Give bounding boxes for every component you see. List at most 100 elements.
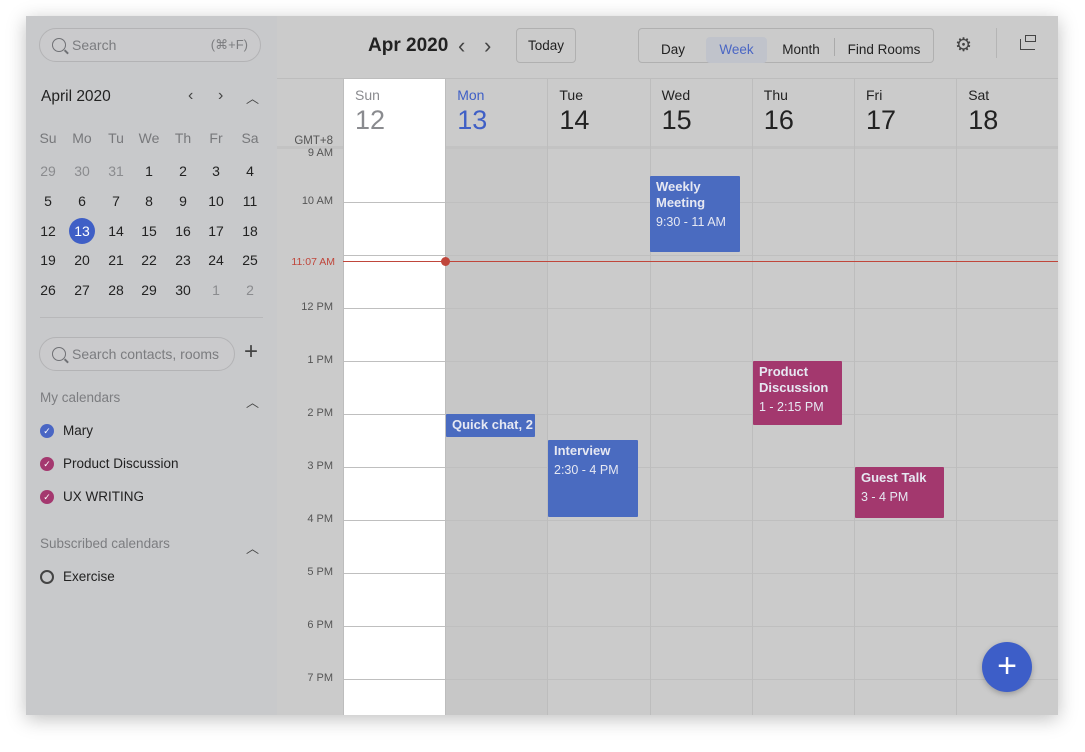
day-date: 18: [968, 105, 999, 135]
event-product-discussion[interactable]: Product Discussion 1 - 2:15 PM: [753, 361, 842, 425]
day-name: Mon: [457, 87, 485, 103]
mini-day[interactable]: 22: [134, 247, 164, 273]
mini-day[interactable]: 26: [33, 277, 63, 303]
today-button[interactable]: Today: [516, 28, 576, 63]
mini-next-month-icon[interactable]: ›: [218, 87, 223, 105]
divider: [834, 38, 835, 56]
create-event-button[interactable]: +: [982, 642, 1032, 692]
hour-line: [343, 361, 1058, 362]
calendar-item-product-discussion[interactable]: ✓ Product Discussion: [40, 456, 179, 471]
checked-icon[interactable]: ✓: [40, 423, 54, 438]
mini-day[interactable]: 7: [101, 188, 131, 214]
day-header-tue[interactable]: Tue 14: [547, 79, 649, 149]
mini-day[interactable]: 29: [33, 158, 63, 184]
day-name: Fri: [866, 87, 883, 103]
mini-day[interactable]: 17: [201, 218, 231, 244]
day-header-thu[interactable]: Thu 16: [751, 79, 854, 149]
calendar-name: Product Discussion: [63, 456, 179, 471]
event-quick-chat[interactable]: Quick chat, 2: [446, 414, 535, 437]
mini-day[interactable]: 23: [168, 247, 198, 273]
day-header-mon[interactable]: Mon 13: [445, 79, 547, 149]
view-day-tab[interactable]: Day: [643, 37, 703, 63]
mini-day[interactable]: 4: [235, 158, 265, 184]
mini-day[interactable]: 20: [67, 247, 97, 273]
search-icon: [52, 38, 66, 52]
event-weekly-meeting[interactable]: Weekly Meeting 9:30 - 11 AM: [650, 176, 740, 252]
mini-day[interactable]: 21: [101, 247, 131, 273]
day-header-sat[interactable]: Sat 18: [956, 79, 1058, 149]
event-guest-talk[interactable]: Guest Talk 3 - 4 PM: [855, 467, 944, 518]
hour-label: 5 PM: [307, 566, 333, 578]
collapse-subscribed-icon[interactable]: ︿: [246, 538, 259, 557]
mini-day[interactable]: 28: [101, 277, 131, 303]
day-name: Thu: [763, 87, 788, 103]
contact-search-input[interactable]: Search contacts, rooms: [39, 337, 235, 371]
calendar-item-ux-writing[interactable]: ✓ UX WRITING: [40, 489, 144, 504]
mini-day[interactable]: 16: [168, 218, 198, 244]
mini-day[interactable]: 9: [168, 188, 198, 214]
day-date: 14: [559, 105, 590, 135]
day-header-sun[interactable]: Sun 12: [343, 79, 445, 149]
mini-day[interactable]: 1: [134, 158, 164, 184]
week-grid[interactable]: GMT+8 9 AM 10 AM 12 PM 1 PM 2 PM 3 PM 4 PM 5 PM…: [277, 135, 1058, 715]
day-name: Tue: [559, 87, 583, 103]
mini-day[interactable]: 29: [134, 277, 164, 303]
mini-day[interactable]: 15: [134, 218, 164, 244]
mini-day[interactable]: 31: [101, 158, 131, 184]
mini-day[interactable]: 2: [168, 158, 198, 184]
mini-day[interactable]: 2: [235, 277, 265, 303]
mini-day[interactable]: 30: [67, 158, 97, 184]
mini-day[interactable]: 12: [33, 218, 63, 244]
view-find-rooms-tab[interactable]: Find Rooms: [838, 37, 930, 63]
view-month-tab[interactable]: Month: [770, 37, 832, 63]
mini-day[interactable]: 25: [235, 247, 265, 273]
weekday-label: Sa: [241, 130, 259, 146]
mini-day[interactable]: 6: [67, 188, 97, 214]
view-switcher: Day Week Month Find Rooms: [638, 28, 934, 63]
next-week-icon[interactable]: ›: [484, 33, 491, 59]
prev-week-icon[interactable]: ‹: [458, 33, 465, 59]
day-column-divider: [751, 149, 753, 715]
mini-day[interactable]: 27: [67, 277, 97, 303]
hour-line: [343, 679, 1058, 680]
mini-day[interactable]: 11: [235, 188, 265, 214]
hour-label: 6 PM: [307, 619, 333, 631]
hour-label: 12 PM: [301, 301, 333, 313]
calendar-item-exercise[interactable]: Exercise: [40, 569, 115, 584]
mini-day-today[interactable]: 13: [67, 217, 97, 244]
current-time-dot: [441, 257, 450, 266]
hour-line: [343, 626, 1058, 627]
mini-day[interactable]: 1: [201, 277, 231, 303]
day-column-divider: [956, 149, 958, 715]
calendar-window: Search (⌘+F) April 2020 ‹ › ︿ Su Mo Tu We Th…: [26, 16, 1058, 715]
add-calendar-button[interactable]: +: [244, 338, 258, 366]
weekday-label: Su: [39, 130, 57, 146]
day-header-fri[interactable]: Fri 17: [854, 79, 956, 149]
mini-day[interactable]: 18: [235, 218, 265, 244]
view-week-tab[interactable]: Week: [706, 37, 767, 63]
mini-day[interactable]: 8: [134, 188, 164, 214]
mini-day[interactable]: 19: [33, 247, 63, 273]
day-header-wed[interactable]: Wed 15: [649, 79, 752, 149]
settings-gear-icon[interactable]: ⚙: [955, 34, 972, 57]
mini-day[interactable]: 5: [33, 188, 63, 214]
unchecked-icon[interactable]: [40, 569, 54, 584]
window-toggle-icon[interactable]: [1020, 35, 1036, 50]
mini-day[interactable]: 10: [201, 188, 231, 214]
event-interview[interactable]: Interview 2:30 - 4 PM: [548, 440, 638, 517]
day-name: Wed: [661, 87, 691, 103]
checked-icon[interactable]: ✓: [40, 456, 54, 471]
calendar-item-mary[interactable]: ✓ Mary: [40, 423, 93, 438]
collapse-my-calendars-icon[interactable]: ︿: [246, 392, 259, 411]
mini-day[interactable]: 30: [168, 277, 198, 303]
mini-day[interactable]: 24: [201, 247, 231, 273]
checked-icon[interactable]: ✓: [40, 489, 54, 504]
mini-day[interactable]: 14: [101, 218, 131, 244]
mini-day[interactable]: 3: [201, 158, 231, 184]
mini-prev-month-icon[interactable]: ‹: [188, 87, 193, 105]
collapse-mini-calendar-icon[interactable]: ︿: [246, 88, 259, 107]
day-date: 13: [457, 105, 488, 135]
search-input[interactable]: Search (⌘+F): [39, 28, 261, 62]
calendar-name: UX WRITING: [63, 489, 144, 504]
calendar-name: Exercise: [63, 569, 115, 584]
